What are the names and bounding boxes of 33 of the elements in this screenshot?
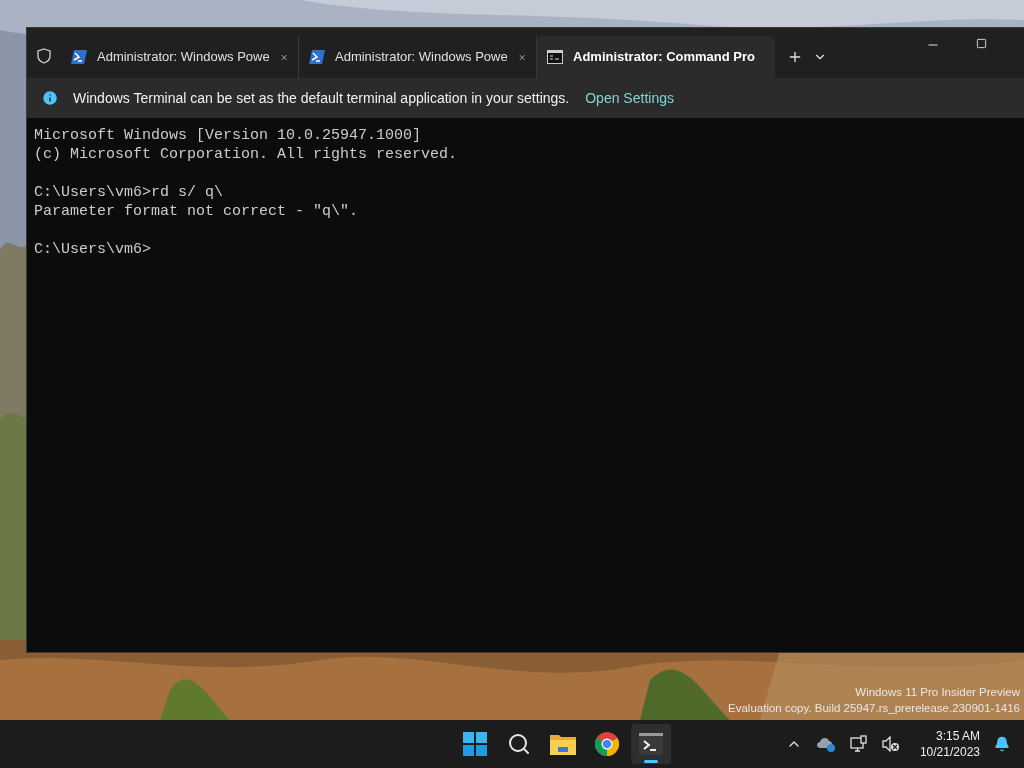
- clock-time: 3:15 AM: [935, 728, 980, 744]
- maximize-icon[interactable]: [976, 38, 987, 49]
- plus-icon[interactable]: [787, 49, 803, 65]
- tab-title: Administrator: Windows Powe: [335, 48, 508, 67]
- open-settings-link[interactable]: Open Settings: [585, 87, 674, 109]
- watermark-text: Windows 11 Pro Insider Preview: [855, 685, 1020, 700]
- terminal-line: Parameter format not correct - "q\".: [34, 202, 360, 221]
- clock[interactable]: 3:15 AM 10/21/2023: [919, 728, 980, 760]
- terminal-line: C:\Users\vm6>: [34, 240, 153, 259]
- search-icon: [506, 732, 531, 756]
- clock-date: 10/21/2023: [919, 744, 980, 760]
- folder-icon: [549, 733, 576, 755]
- browser-icon: [594, 732, 619, 756]
- terminal-icon: [638, 733, 663, 755]
- terminal-line: C:\Users\vm6>rd s/ q\: [34, 183, 225, 202]
- shield-icon: [37, 48, 51, 64]
- terminal-line: Microsoft Windows [Version 10.0.25947.1000]: [34, 126, 423, 145]
- cloud-icon[interactable]: [815, 736, 836, 752]
- taskbar-button[interactable]: [630, 724, 671, 764]
- terminal-line: (c) Microsoft Corporation. All rights reserved.: [34, 145, 459, 164]
- tab-title: Administrator: Windows Powe: [97, 48, 270, 67]
- watermark-text: Evaluation copy. Build 25947.rs_prerelease.230901-1416: [728, 701, 1020, 716]
- windows-logo-icon: [462, 732, 487, 756]
- info-message: Windows Terminal can be set as the default terminal application in your settings.: [73, 88, 570, 108]
- terminal-prompt-icon: [71, 50, 87, 64]
- network-icon[interactable]: [849, 735, 868, 753]
- tab-title: Administrator: Command Pro: [573, 48, 755, 67]
- tab[interactable]: Administrator: Command Pro: [537, 36, 775, 78]
- bell-icon[interactable]: [994, 736, 1010, 752]
- muted-speaker-icon[interactable]: [881, 736, 900, 752]
- info-icon: [41, 89, 59, 107]
- terminal-prompt-icon: [309, 50, 325, 64]
- console-window-icon: [547, 50, 563, 64]
